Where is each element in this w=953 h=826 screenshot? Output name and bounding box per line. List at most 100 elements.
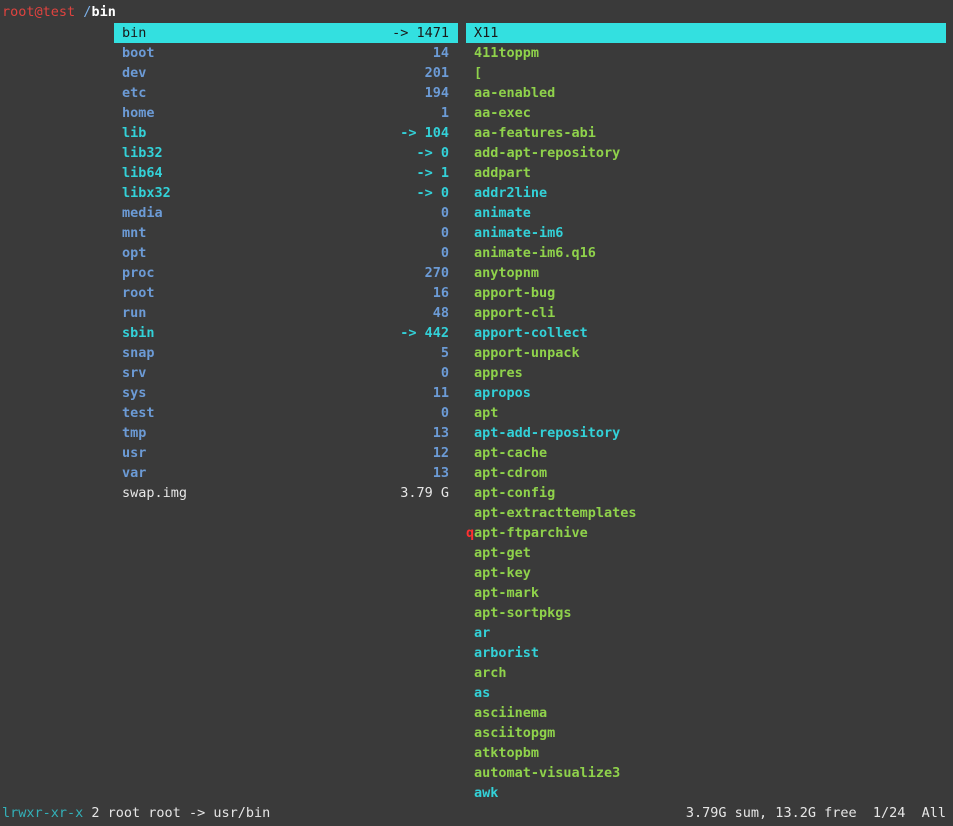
parent-dir-entry[interactable]: sbin -> 442 <box>114 323 458 343</box>
entry-name: atktopbm <box>474 745 540 761</box>
entry-info: 0 <box>440 365 449 381</box>
entry-info: 270 <box>424 265 449 281</box>
entry-name: apt-add-repository <box>474 425 621 441</box>
parent-dir-entry[interactable]: tmp 13 <box>114 423 458 443</box>
parent-dir-entry[interactable]: sys 11 <box>114 383 458 403</box>
file-entry[interactable]: animate <box>466 203 946 223</box>
parent-dir-entry[interactable]: lib64 -> 1 <box>114 163 458 183</box>
entry-name: tmp <box>122 425 147 441</box>
file-entry[interactable]: aa-enabled <box>466 83 946 103</box>
parent-dir-entry[interactable]: usr 12 <box>114 443 458 463</box>
file-entry[interactable]: appres <box>466 363 946 383</box>
parent-dir-entry[interactable]: lib -> 104 <box>114 123 458 143</box>
file-entry[interactable]: apport-cli <box>466 303 946 323</box>
file-entry[interactable]: atktopbm <box>466 743 946 763</box>
entry-info: 201 <box>424 65 449 81</box>
entry-name: boot <box>122 45 155 61</box>
entry-name: apt-cache <box>474 445 548 461</box>
entry-name: animate <box>474 205 531 221</box>
parent-dir-entry[interactable]: test 0 <box>114 403 458 423</box>
file-entry[interactable]: asciinema <box>466 703 946 723</box>
parent-dir-entry[interactable]: var 13 <box>114 463 458 483</box>
file-entry[interactable]: apt-config <box>466 483 946 503</box>
parent-dir-entry[interactable]: root 16 <box>114 283 458 303</box>
parent-dir-entry[interactable]: media 0 <box>114 203 458 223</box>
file-entry[interactable]: arborist <box>466 643 946 663</box>
entry-name: apt-ftparchive <box>474 525 588 541</box>
parent-directory-pane[interactable]: bin -> 1471 boot 14 dev 201 etc 194 home 1 lib -> 1… <box>114 23 458 503</box>
entry-info: 0 <box>440 405 449 421</box>
parent-dir-entry[interactable]: libx32 -> 0 <box>114 183 458 203</box>
parent-dir-entry[interactable]: proc 270 <box>114 263 458 283</box>
entry-name: opt <box>122 245 147 261</box>
file-entry[interactable]: apt-cdrom <box>466 463 946 483</box>
entry-name: home <box>122 105 155 121</box>
permissions: lrwxr-xr-x <box>2 805 84 821</box>
entry-name: apt-mark <box>474 585 540 601</box>
parent-dir-entry[interactable]: snap 5 <box>114 343 458 363</box>
entry-name: media <box>122 205 163 221</box>
entry-name: ar <box>474 625 491 641</box>
file-entry[interactable]: aa-exec <box>466 103 946 123</box>
file-entry[interactable]: automat-visualize3 <box>466 763 946 783</box>
file-entry[interactable]: apt-get <box>466 543 946 563</box>
current-directory-pane[interactable]: X11 411toppm [ aa-enabled aa-exec aa-features… <box>466 23 946 803</box>
entry-name: apport-collect <box>474 325 588 341</box>
entry-name: run <box>122 305 147 321</box>
parent-dir-entry[interactable]: boot 14 <box>114 43 458 63</box>
file-entry[interactable]: apport-collect <box>466 323 946 343</box>
entry-name: [ <box>474 65 483 81</box>
file-entry[interactable]: addr2line <box>466 183 946 203</box>
file-entry[interactable]: add-apt-repository <box>466 143 946 163</box>
entry-name: test <box>122 405 155 421</box>
file-entry[interactable]: aa-features-abi <box>466 123 946 143</box>
entry-name: apt-sortpkgs <box>474 605 572 621</box>
file-entry[interactable]: animate-im6 <box>466 223 946 243</box>
file-entry[interactable]: q apt-ftparchive <box>466 523 946 543</box>
parent-dir-entry[interactable]: run 48 <box>114 303 458 323</box>
file-entry[interactable]: as <box>466 683 946 703</box>
file-entry[interactable]: asciitopgm <box>466 723 946 743</box>
parent-dir-entry[interactable]: dev 201 <box>114 63 458 83</box>
file-entry[interactable]: addpart <box>466 163 946 183</box>
entry-name: apt-cdrom <box>474 465 548 481</box>
file-entry[interactable]: apt-mark <box>466 583 946 603</box>
file-entry[interactable]: apt <box>466 403 946 423</box>
file-entry[interactable]: animate-im6.q16 <box>466 243 946 263</box>
entry-info: -> 0 <box>416 185 449 201</box>
entry-name: asciinema <box>474 705 548 721</box>
file-entry[interactable]: anytopnm <box>466 263 946 283</box>
file-entry[interactable]: apropos <box>466 383 946 403</box>
parent-dir-entry[interactable]: etc 194 <box>114 83 458 103</box>
file-entry[interactable]: awk <box>466 783 946 803</box>
file-entry[interactable]: [ <box>466 63 946 83</box>
parent-dir-entry[interactable]: mnt 0 <box>114 223 458 243</box>
file-entry[interactable]: apt-extracttemplates <box>466 503 946 523</box>
entry-name: apport-unpack <box>474 345 580 361</box>
status-bar-left: lrwxr-xr-x 2 root root -> usr/bin <box>2 803 270 823</box>
file-entry[interactable]: apt-cache <box>466 443 946 463</box>
file-entry[interactable]: ar <box>466 623 946 643</box>
parent-dir-entry[interactable]: bin -> 1471 <box>114 23 458 43</box>
entry-name: proc <box>122 265 155 281</box>
entry-name: usr <box>122 445 147 461</box>
entry-name: apt-get <box>474 545 531 561</box>
file-entry[interactable]: 411toppm <box>466 43 946 63</box>
entry-name: aa-exec <box>474 105 531 121</box>
file-entry[interactable]: apt-key <box>466 563 946 583</box>
parent-dir-entry[interactable]: srv 0 <box>114 363 458 383</box>
entry-name: apt-key <box>474 565 531 581</box>
file-entry[interactable]: apport-unpack <box>466 343 946 363</box>
parent-dir-entry[interactable]: opt 0 <box>114 243 458 263</box>
file-entry[interactable]: X11 <box>466 23 946 43</box>
file-entry[interactable]: apt-add-repository <box>466 423 946 443</box>
user-host: root@test <box>2 4 76 20</box>
parent-dir-entry[interactable]: swap.img 3.79 G <box>114 483 458 503</box>
entry-name: libx32 <box>122 185 171 201</box>
file-entry[interactable]: apt-sortpkgs <box>466 603 946 623</box>
entry-name: apt <box>474 405 499 421</box>
parent-dir-entry[interactable]: home 1 <box>114 103 458 123</box>
parent-dir-entry[interactable]: lib32 -> 0 <box>114 143 458 163</box>
file-entry[interactable]: apport-bug <box>466 283 946 303</box>
file-entry[interactable]: arch <box>466 663 946 683</box>
